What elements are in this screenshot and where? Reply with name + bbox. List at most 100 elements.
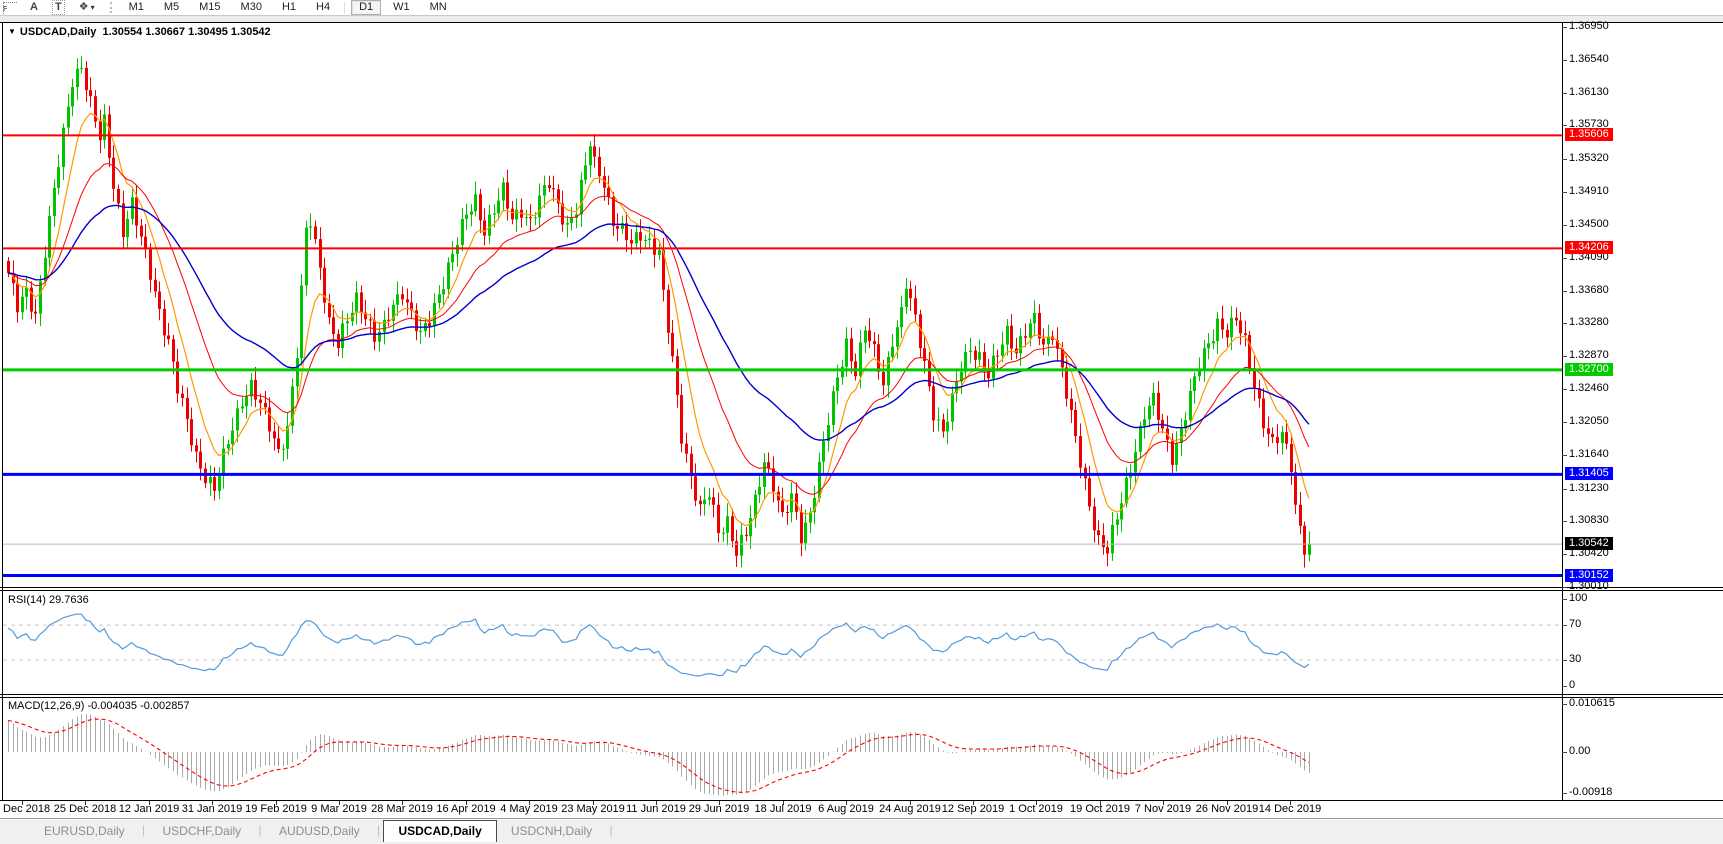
candle-body [236,408,239,430]
candle-body [978,352,981,360]
candle-body [245,396,248,406]
candle-body [470,211,473,214]
chart-tab-usdcnh[interactable]: USDCNH,Daily [497,820,606,842]
candle-body [726,516,729,533]
candle-body [314,226,317,239]
chart-tab-usdcad[interactable]: USDCAD,Daily [383,820,496,842]
candle-body [928,361,931,386]
candle-body [309,226,312,227]
date-label: 12 Jan 2019 [119,803,180,815]
date-label: 6 Aug 2019 [818,803,874,815]
candle-body [1143,419,1146,426]
date-label: 25 Dec 2018 [54,803,116,815]
candle-body [465,215,468,219]
candle-body [790,493,793,512]
candle-body [135,197,138,225]
candle-body [419,331,422,332]
candle-body [355,292,358,312]
candle-body [873,341,876,344]
price-tick-label: 1.31640 [1569,448,1609,460]
candle-body [1193,376,1196,391]
candle-body [580,180,583,215]
macd-tick [1562,752,1567,753]
candle-body [1106,547,1109,553]
candle-body [181,394,184,398]
candle-body [396,294,399,305]
candle-body [717,505,720,533]
candle-body [850,338,853,361]
main-price-panel[interactable] [3,56,1562,575]
candle-body [543,185,546,196]
candle-body [360,292,363,312]
date-label: 19 Oct 2019 [1070,803,1130,815]
candle-body [731,516,734,541]
candle-body [319,239,322,268]
macd-label: MACD(12,26,9) -0.004035 -0.002857 [8,700,190,712]
chart-tab-usdchf[interactable]: USDCHF,Daily [148,820,255,842]
candle-body [428,323,431,326]
candle-body [204,469,207,484]
macd-tick-label: 0.010615 [1569,697,1615,709]
candle-body [1102,535,1105,547]
candle-body [841,367,844,378]
candle-body [1203,348,1206,370]
candle-body [653,239,656,255]
date-label: 16 Apr 2019 [436,803,495,815]
candle-body [534,217,537,218]
symbol-period-label: USDCAD,Daily [20,26,96,38]
candle-body [937,419,940,420]
macd-panel[interactable] [8,714,1310,796]
candle-body [21,297,24,313]
price-tick [1562,521,1567,522]
candle-body [346,321,349,323]
date-label: 4 May 2019 [500,803,557,815]
candle-body [1065,367,1068,398]
price-tick [1562,389,1567,390]
candle-body [996,356,999,357]
candle-body [891,347,894,357]
candle-body [373,321,376,342]
candle-body [845,338,848,366]
candle-body [722,533,725,534]
chart-tab-eurusd[interactable]: EURUSD,Daily [30,820,139,842]
candle-body [406,299,409,302]
candle-body [227,444,230,448]
candle-body [277,438,280,449]
candle-body [974,351,977,360]
candle-body [1139,426,1142,452]
tab-row: EURUSD,Daily | USDCHF,Daily | AUDUSD,Dai… [30,819,616,844]
date-label: 26 Nov 2019 [1196,803,1258,815]
price-tick-label: 1.34500 [1569,218,1609,230]
candle-body [502,182,505,200]
price-tick [1562,93,1567,94]
chart-tab-bar: EURUSD,Daily | USDCHF,Daily | AUDUSD,Dai… [0,818,1723,844]
candle-body [1120,503,1123,519]
candle-body [1148,406,1151,420]
candle-body [877,344,880,372]
candle-body [676,356,679,395]
moving-average-8 [8,114,1309,526]
candle-body [1157,393,1160,420]
chart-canvas[interactable] [0,0,1723,844]
candle-body [552,188,555,189]
candle-body [708,497,711,499]
price-tick [1562,27,1567,28]
candle-body [758,487,761,495]
candle-body [1281,432,1284,443]
tab-separator: | [139,819,149,837]
chart-tab-audusd[interactable]: AUDUSD,Daily [265,820,374,842]
candle-body [630,240,633,244]
candle-body [16,283,19,312]
rsi-tick [1562,686,1567,687]
date-label: 9 Mar 2019 [311,803,367,815]
moving-average-21 [8,164,1309,495]
candle-body [1212,341,1215,343]
chart-dropdown-icon[interactable]: ▼ [8,27,16,36]
candle-body [1070,399,1073,410]
date-label: 14 Dec 2019 [1259,803,1321,815]
candle-body [158,292,161,309]
candle-body [1239,320,1242,333]
candle-body [667,290,670,333]
candle-body [131,197,134,219]
rsi-panel[interactable] [3,614,1562,676]
